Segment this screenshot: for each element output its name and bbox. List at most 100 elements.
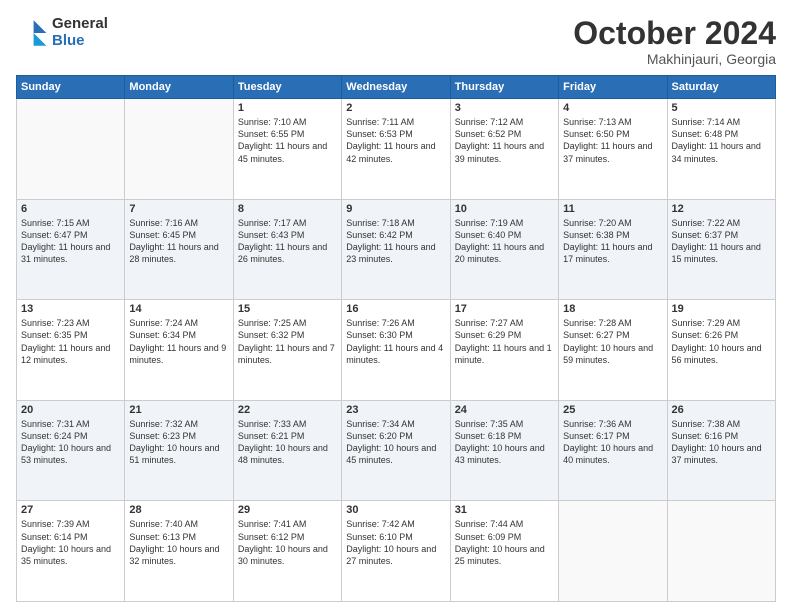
day-number: 16 <box>346 303 445 315</box>
day-number: 12 <box>672 203 771 215</box>
day-cell: 5Sunrise: 7:14 AM Sunset: 6:48 PM Daylig… <box>667 99 775 200</box>
day-cell: 8 Sunrise: 7:17 AM Sunset: 6:43 PM Daylig… <box>233 199 341 300</box>
day-number: 10 <box>455 203 554 215</box>
day-cell: 23 Sunrise: 7:34 AM Sunset: 6:20 PM Dayli… <box>342 400 450 501</box>
day-info: Sunrise: 7:15 AM Sunset: 6:47 PM Dayligh… <box>21 217 120 266</box>
day-cell: 25 Sunrise: 7:36 AM Sunset: 6:17 PM Dayli… <box>559 400 667 501</box>
day-info: Sunrise: 7:34 AM Sunset: 6:20 PM Dayligh… <box>346 418 445 467</box>
week-row-3: 13Sunrise: 7:23 AM Sunset: 6:35 PM Dayli… <box>17 300 776 401</box>
day-number: 25 <box>563 404 662 416</box>
title-block: October 2024 Makhinjauri, Georgia <box>573 16 776 67</box>
day-info: Sunrise: 7:23 AM Sunset: 6:35 PM Dayligh… <box>21 317 120 366</box>
logo-general: General <box>52 16 108 33</box>
day-info: Sunrise: 7:40 AM Sunset: 6:13 PM Dayligh… <box>129 518 228 567</box>
logo-blue: Blue <box>52 33 108 50</box>
day-info: Sunrise: 7:10 AM Sunset: 6:55 PM Dayligh… <box>238 116 337 165</box>
day-number: 3 <box>455 102 554 114</box>
day-number: 20 <box>21 404 120 416</box>
day-cell: 1 Sunrise: 7:10 AM Sunset: 6:55 PM Daylig… <box>233 99 341 200</box>
day-number: 6 <box>21 203 120 215</box>
day-cell: 22Sunrise: 7:33 AM Sunset: 6:21 PM Dayli… <box>233 400 341 501</box>
day-number: 18 <box>563 303 662 315</box>
day-info: Sunrise: 7:25 AM Sunset: 6:32 PM Dayligh… <box>238 317 337 366</box>
day-cell: 29 Sunrise: 7:41 AM Sunset: 6:12 PM Dayli… <box>233 501 341 602</box>
day-cell: 20 Sunrise: 7:31 AM Sunset: 6:24 PM Dayli… <box>17 400 125 501</box>
day-info: Sunrise: 7:31 AM Sunset: 6:24 PM Dayligh… <box>21 418 120 467</box>
day-info: Sunrise: 7:29 AM Sunset: 6:26 PM Dayligh… <box>672 317 771 366</box>
day-info: Sunrise: 7:19 AM Sunset: 6:40 PM Dayligh… <box>455 217 554 266</box>
day-cell: 17Sunrise: 7:27 AM Sunset: 6:29 PM Dayli… <box>450 300 558 401</box>
weekday-header-friday: Friday <box>559 76 667 99</box>
day-number: 15 <box>238 303 337 315</box>
day-cell: 16 Sunrise: 7:26 AM Sunset: 6:30 PM Dayli… <box>342 300 450 401</box>
day-info: Sunrise: 7:12 AM Sunset: 6:52 PM Dayligh… <box>455 116 554 165</box>
weekday-header-tuesday: Tuesday <box>233 76 341 99</box>
day-cell: 14Sunrise: 7:24 AM Sunset: 6:34 PM Dayli… <box>125 300 233 401</box>
day-cell: 15 Sunrise: 7:25 AM Sunset: 6:32 PM Dayli… <box>233 300 341 401</box>
header: General Blue October 2024 Makhinjauri, G… <box>16 16 776 67</box>
day-cell <box>667 501 775 602</box>
day-cell: 18 Sunrise: 7:28 AM Sunset: 6:27 PM Dayli… <box>559 300 667 401</box>
day-cell: 10 Sunrise: 7:19 AM Sunset: 6:40 PM Dayli… <box>450 199 558 300</box>
logo-icon <box>16 17 48 49</box>
day-number: 1 <box>238 102 337 114</box>
title-month: October 2024 <box>573 16 776 51</box>
day-cell: 11Sunrise: 7:20 AM Sunset: 6:38 PM Dayli… <box>559 199 667 300</box>
day-cell: 7 Sunrise: 7:16 AM Sunset: 6:45 PM Daylig… <box>125 199 233 300</box>
day-number: 19 <box>672 303 771 315</box>
day-number: 11 <box>563 203 662 215</box>
day-number: 5 <box>672 102 771 114</box>
day-info: Sunrise: 7:32 AM Sunset: 6:23 PM Dayligh… <box>129 418 228 467</box>
day-info: Sunrise: 7:41 AM Sunset: 6:12 PM Dayligh… <box>238 518 337 567</box>
day-cell <box>17 99 125 200</box>
day-info: Sunrise: 7:18 AM Sunset: 6:42 PM Dayligh… <box>346 217 445 266</box>
day-info: Sunrise: 7:35 AM Sunset: 6:18 PM Dayligh… <box>455 418 554 467</box>
weekday-header-row: SundayMondayTuesdayWednesdayThursdayFrid… <box>17 76 776 99</box>
week-row-5: 27 Sunrise: 7:39 AM Sunset: 6:14 PM Dayli… <box>17 501 776 602</box>
day-number: 29 <box>238 504 337 516</box>
day-info: Sunrise: 7:16 AM Sunset: 6:45 PM Dayligh… <box>129 217 228 266</box>
title-location: Makhinjauri, Georgia <box>573 51 776 67</box>
logo-text: General Blue <box>52 16 108 49</box>
day-number: 31 <box>455 504 554 516</box>
day-number: 2 <box>346 102 445 114</box>
day-number: 30 <box>346 504 445 516</box>
day-cell: 4 Sunrise: 7:13 AM Sunset: 6:50 PM Daylig… <box>559 99 667 200</box>
day-info: Sunrise: 7:13 AM Sunset: 6:50 PM Dayligh… <box>563 116 662 165</box>
weekday-header-wednesday: Wednesday <box>342 76 450 99</box>
day-info: Sunrise: 7:33 AM Sunset: 6:21 PM Dayligh… <box>238 418 337 467</box>
day-info: Sunrise: 7:17 AM Sunset: 6:43 PM Dayligh… <box>238 217 337 266</box>
weekday-header-thursday: Thursday <box>450 76 558 99</box>
day-cell: 2 Sunrise: 7:11 AM Sunset: 6:53 PM Daylig… <box>342 99 450 200</box>
day-cell: 26Sunrise: 7:38 AM Sunset: 6:16 PM Dayli… <box>667 400 775 501</box>
day-info: Sunrise: 7:26 AM Sunset: 6:30 PM Dayligh… <box>346 317 445 366</box>
day-cell: 12 Sunrise: 7:22 AM Sunset: 6:37 PM Dayli… <box>667 199 775 300</box>
week-row-1: 1 Sunrise: 7:10 AM Sunset: 6:55 PM Daylig… <box>17 99 776 200</box>
day-number: 21 <box>129 404 228 416</box>
day-cell: 13Sunrise: 7:23 AM Sunset: 6:35 PM Dayli… <box>17 300 125 401</box>
day-info: Sunrise: 7:11 AM Sunset: 6:53 PM Dayligh… <box>346 116 445 165</box>
day-number: 27 <box>21 504 120 516</box>
day-info: Sunrise: 7:44 AM Sunset: 6:09 PM Dayligh… <box>455 518 554 567</box>
day-info: Sunrise: 7:38 AM Sunset: 6:16 PM Dayligh… <box>672 418 771 467</box>
day-cell: 21 Sunrise: 7:32 AM Sunset: 6:23 PM Dayli… <box>125 400 233 501</box>
day-number: 8 <box>238 203 337 215</box>
day-cell: 3 Sunrise: 7:12 AM Sunset: 6:52 PM Daylig… <box>450 99 558 200</box>
day-number: 9 <box>346 203 445 215</box>
logo: General Blue <box>16 16 108 49</box>
day-info: Sunrise: 7:22 AM Sunset: 6:37 PM Dayligh… <box>672 217 771 266</box>
day-info: Sunrise: 7:24 AM Sunset: 6:34 PM Dayligh… <box>129 317 228 366</box>
day-cell: 24 Sunrise: 7:35 AM Sunset: 6:18 PM Dayli… <box>450 400 558 501</box>
day-number: 24 <box>455 404 554 416</box>
day-cell <box>559 501 667 602</box>
day-number: 17 <box>455 303 554 315</box>
day-number: 23 <box>346 404 445 416</box>
day-info: Sunrise: 7:36 AM Sunset: 6:17 PM Dayligh… <box>563 418 662 467</box>
day-info: Sunrise: 7:39 AM Sunset: 6:14 PM Dayligh… <box>21 518 120 567</box>
day-cell: 19 Sunrise: 7:29 AM Sunset: 6:26 PM Dayli… <box>667 300 775 401</box>
day-info: Sunrise: 7:28 AM Sunset: 6:27 PM Dayligh… <box>563 317 662 366</box>
week-row-2: 6 Sunrise: 7:15 AM Sunset: 6:47 PM Daylig… <box>17 199 776 300</box>
day-cell: 6 Sunrise: 7:15 AM Sunset: 6:47 PM Daylig… <box>17 199 125 300</box>
day-number: 7 <box>129 203 228 215</box>
day-number: 4 <box>563 102 662 114</box>
